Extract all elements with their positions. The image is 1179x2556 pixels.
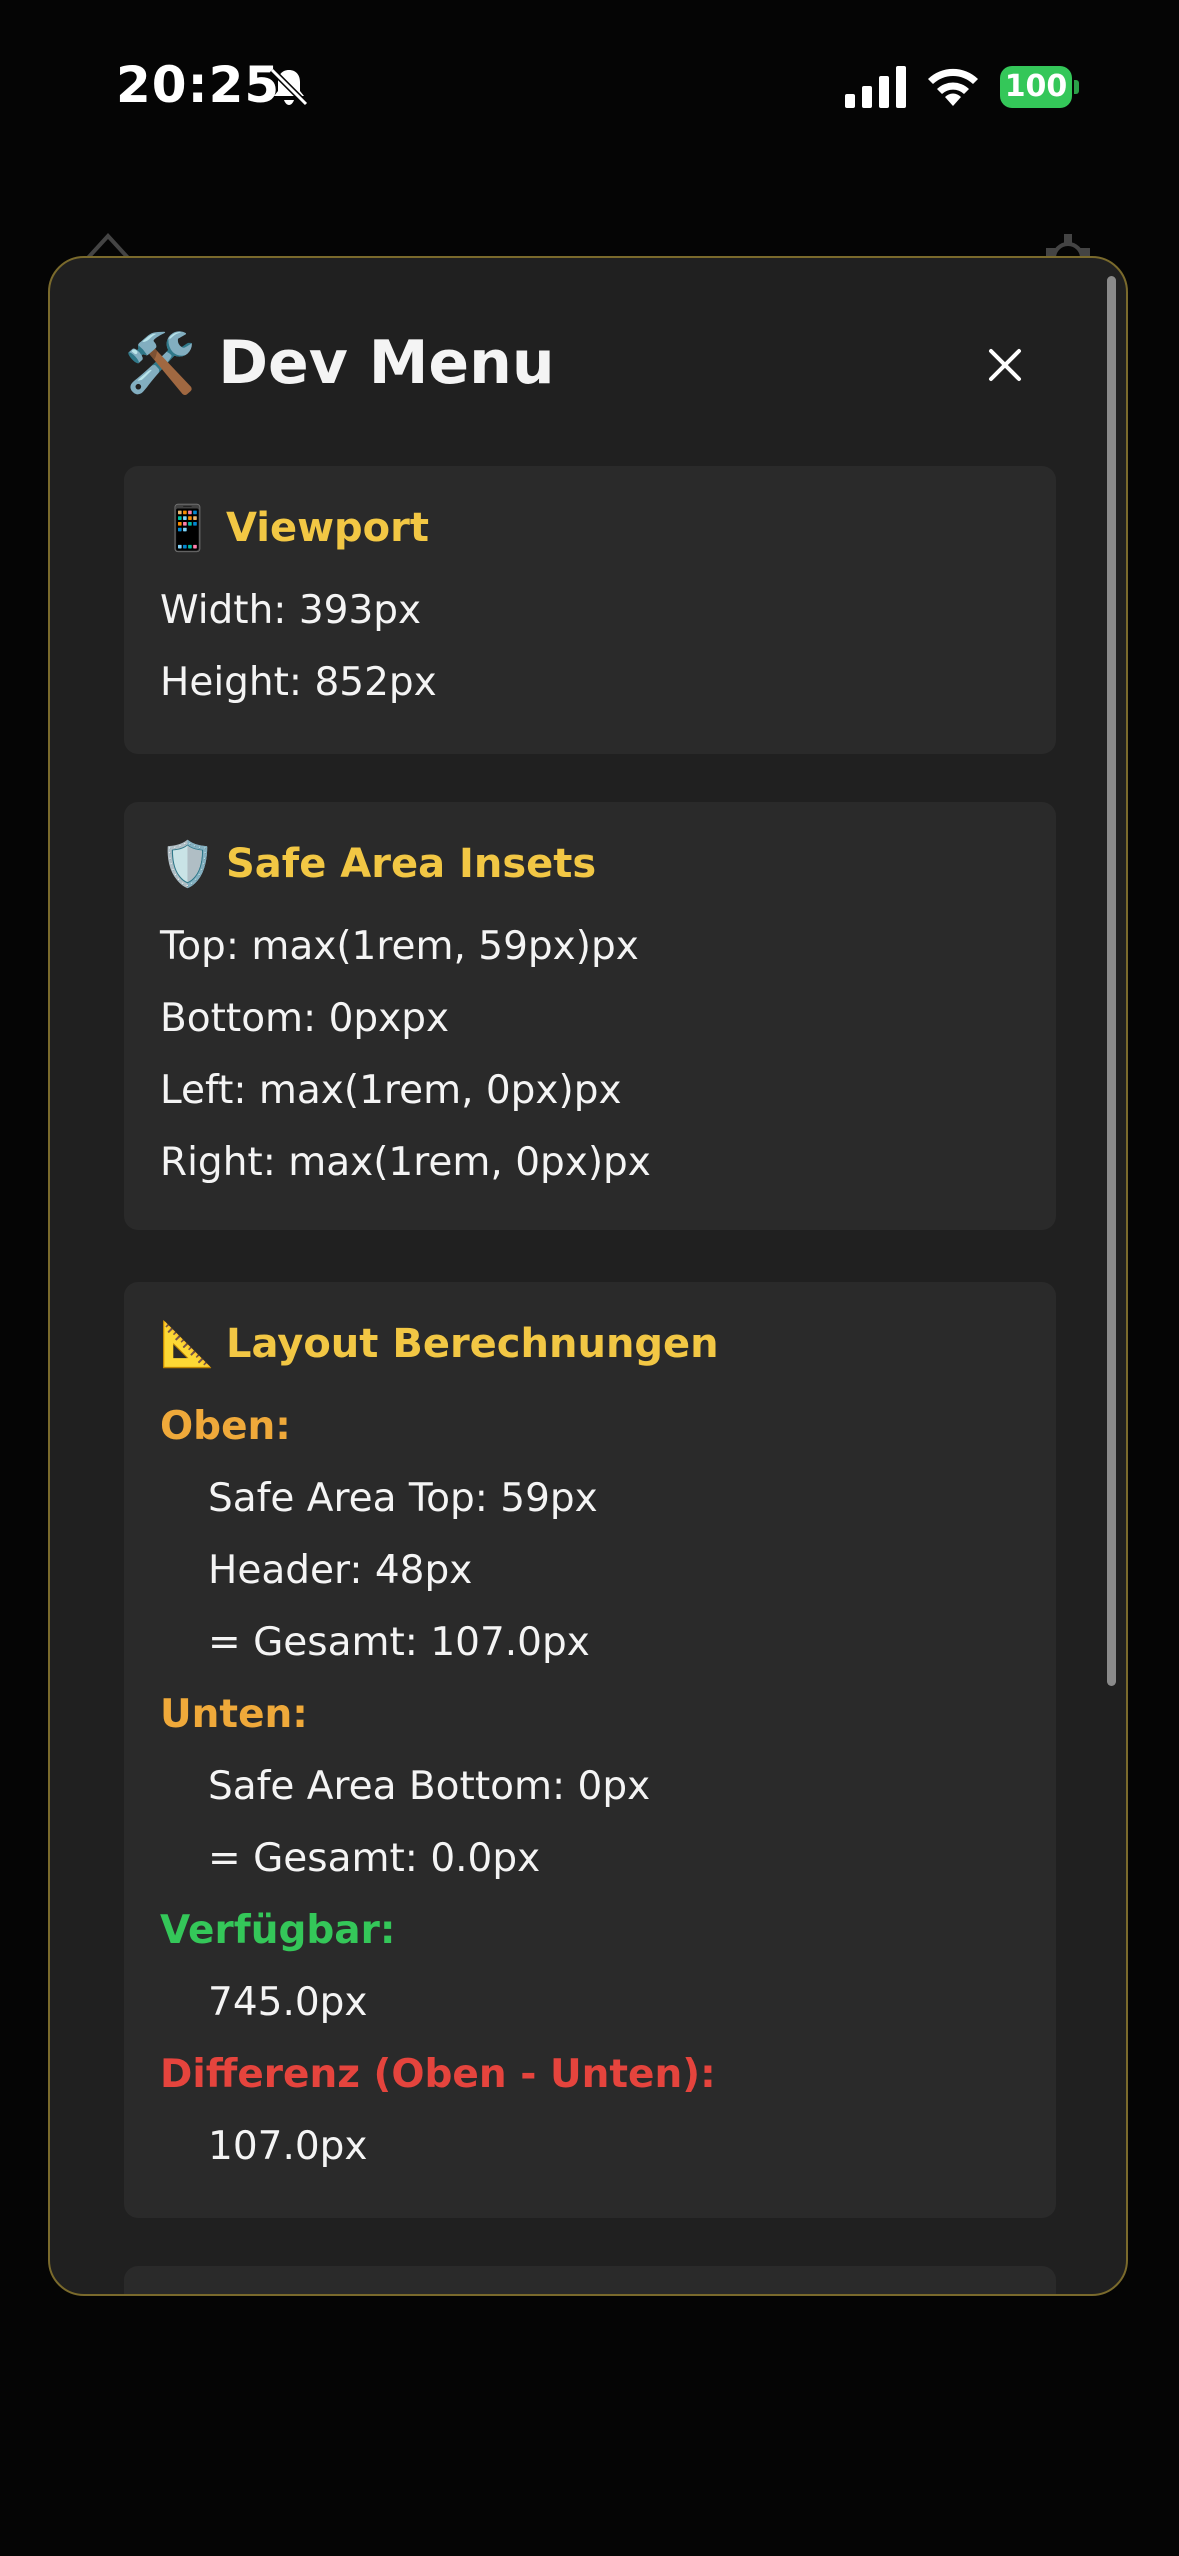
oben-label: Oben: (160, 1404, 291, 1449)
mobile-phone-icon: 📱 (160, 503, 215, 554)
dev-menu-modal: 🛠️ Dev Menu 📱 Viewport Width: 393px Heig… (48, 256, 1128, 2296)
verfuegbar-value: 745.0px (208, 1980, 368, 2025)
bell-muted-icon (269, 67, 309, 107)
safe-area-top: Top: max(1rem, 59px)px (160, 924, 639, 969)
viewport-card: 📱 Viewport Width: 393px Height: 852px (124, 466, 1056, 754)
layout-heading: 📐 Layout Berechnungen (160, 1318, 719, 1370)
modal-title: 🛠️ Dev Menu (124, 328, 555, 398)
safe-area-heading: 🛡️ Safe Area Insets (160, 838, 596, 890)
safe-area-top-value: Safe Area Top: 59px (208, 1476, 598, 1521)
differenz-value: 107.0px (208, 2124, 368, 2169)
unten-label: Unten: (160, 1692, 308, 1737)
oben-total: = Gesamt: 107.0px (208, 1620, 590, 1665)
modal-title-text: Dev Menu (218, 328, 555, 398)
triangular-ruler-icon: 📐 (160, 1319, 215, 1370)
safe-area-card: 🛡️ Safe Area Insets Top: max(1rem, 59px)… (124, 802, 1056, 1230)
unten-total: = Gesamt: 0.0px (208, 1836, 541, 1881)
safe-area-title: Safe Area Insets (226, 841, 597, 887)
safe-area-bottom-value: Safe Area Bottom: 0px (208, 1764, 651, 1809)
battery-indicator: 100 (1000, 66, 1079, 108)
viewport-title: Viewport (226, 505, 430, 551)
safe-area-left: Left: max(1rem, 0px)px (160, 1068, 622, 1113)
wifi-icon (928, 68, 978, 106)
differenz-label: Differenz (Oben - Unten): (160, 2052, 716, 2097)
viewport-height: Height: 852px (160, 660, 437, 705)
safe-area-right: Right: max(1rem, 0px)px (160, 1140, 651, 1185)
modal-scrollbar[interactable] (1107, 276, 1116, 1686)
layout-card: 📐 Layout Berechnungen Oben: Safe Area To… (124, 1282, 1056, 2218)
hammer-wrench-icon: 🛠️ (124, 328, 197, 397)
layout-title: Layout Berechnungen (226, 1321, 719, 1367)
safe-area-bottom: Bottom: 0pxpx (160, 996, 450, 1041)
cellular-signal-icon (845, 66, 906, 108)
battery-level: 100 (1000, 66, 1072, 108)
viewport-heading: 📱 Viewport (160, 502, 429, 554)
verfuegbar-label: Verfügbar: (160, 1908, 396, 1953)
close-button[interactable] (980, 340, 1030, 390)
header-value: Header: 48px (208, 1548, 473, 1593)
battery-cap (1074, 80, 1079, 94)
next-card (124, 2266, 1056, 2294)
status-time: 20:25 (116, 56, 281, 114)
shield-icon: 🛡️ (160, 839, 215, 890)
viewport-width: Width: 393px (160, 588, 422, 633)
status-bar: 20:25 100 (0, 0, 1179, 170)
